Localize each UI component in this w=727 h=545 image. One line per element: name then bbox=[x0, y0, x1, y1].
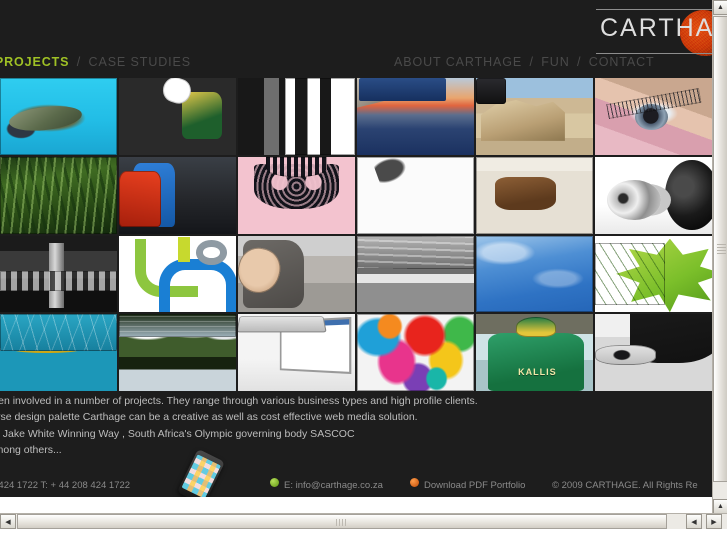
vertical-scrollbar[interactable]: ▲ ▲ ▼ bbox=[712, 0, 727, 529]
gallery-thumb-ink-splatter[interactable] bbox=[357, 156, 474, 234]
browser-viewport: CARTHA NTS / PROJECTS / CASE STUDIES ABO… bbox=[0, 0, 727, 545]
scrollbar-grip bbox=[717, 244, 726, 254]
project-gallery-grid: KALLIS bbox=[0, 78, 712, 391]
vertical-scrollbar-thumb[interactable] bbox=[713, 16, 727, 482]
nav-separator: / bbox=[529, 55, 534, 69]
cricket-jersey-name: KALLIS bbox=[518, 367, 557, 378]
gallery-thumb-mountain-lake[interactable] bbox=[119, 314, 236, 391]
page-canvas: CARTHA NTS / PROJECTS / CASE STUDIES ABO… bbox=[0, 0, 712, 497]
gallery-thumb-colour-abstract[interactable] bbox=[357, 314, 474, 391]
window-bottom-filler bbox=[0, 529, 727, 545]
gallery-thumb-underwater-kelp[interactable] bbox=[0, 156, 117, 234]
pipe-ring-icon bbox=[196, 240, 227, 265]
gallery-thumb-chrome-product[interactable] bbox=[595, 156, 712, 234]
scroll-right-button[interactable]: ▶ bbox=[706, 514, 722, 529]
scroll-left-button[interactable]: ◀ bbox=[0, 514, 16, 529]
gallery-thumb-laptop-webapp[interactable] bbox=[238, 314, 355, 391]
scroll-up-button[interactable]: ▲ bbox=[713, 0, 727, 15]
nav-item-fun[interactable]: FUN bbox=[541, 55, 569, 69]
copy-line-3: clients are Jake White Winning Way , Sou… bbox=[0, 427, 355, 440]
footer-pdf-link[interactable]: Download PDF Portfolio bbox=[424, 480, 525, 491]
logo-rule-bottom bbox=[596, 53, 712, 54]
gallery-thumb-sea-turtle[interactable] bbox=[0, 78, 117, 155]
nav-item-case-studies[interactable]: CASE STUDIES bbox=[89, 55, 192, 69]
iphone-image bbox=[176, 448, 226, 497]
pdf-bullet-icon bbox=[410, 478, 419, 487]
pipe-stub-icon bbox=[177, 237, 191, 262]
nav-item-about-carthage[interactable]: ABOUT CARTHAGE bbox=[394, 55, 522, 69]
scroll-up-button-2[interactable]: ▲ bbox=[713, 499, 727, 514]
site-footer: 27 31 424 1722 T: + 44 208 424 1722 E: i… bbox=[0, 448, 712, 497]
gallery-thumb-infinity-pool[interactable] bbox=[357, 78, 474, 155]
intro-copy-block: ge has been involved in a number of proj… bbox=[0, 393, 712, 456]
gallery-thumb-eye-makeup[interactable] bbox=[595, 78, 712, 155]
footer-telephone: 27 31 424 1722 T: + 44 208 424 1722 bbox=[0, 480, 131, 491]
footer-email[interactable]: E: info@carthage.co.za bbox=[284, 480, 383, 491]
nav-item-projects[interactable]: PROJECTS bbox=[0, 55, 69, 69]
site-logo[interactable]: CARTHA bbox=[586, 6, 712, 56]
gallery-thumb-woman-lying-down[interactable] bbox=[238, 235, 355, 313]
gallery-thumb-beach-storm-bw[interactable] bbox=[357, 235, 474, 313]
horizontal-scrollbar-thumb[interactable] bbox=[17, 514, 667, 529]
scroll-left-button-2[interactable]: ◀ bbox=[686, 514, 702, 529]
logo-text: CARTHA bbox=[600, 14, 712, 42]
gallery-thumb-cricketer-kallis[interactable]: KALLIS bbox=[476, 314, 593, 391]
gallery-thumb-blue-sky[interactable] bbox=[476, 235, 593, 313]
gallery-thumb-quarry-vehicle[interactable] bbox=[476, 78, 593, 155]
gallery-thumb-boxing-match[interactable] bbox=[119, 156, 236, 234]
gallery-thumb-kayak-water[interactable] bbox=[0, 314, 117, 391]
site-header: CARTHA NTS / PROJECTS / CASE STUDIES ABO… bbox=[0, 0, 712, 78]
copy-line-1: ge has been involved in a number of proj… bbox=[0, 395, 478, 407]
gallery-thumb-black-lace[interactable] bbox=[238, 156, 355, 234]
scrollbar-grip bbox=[336, 519, 348, 526]
horizontal-scrollbar[interactable]: ◀ ◀ ▶ bbox=[0, 513, 727, 529]
footer-copyright: © 2009 CARTHAGE. All Rights Re bbox=[552, 480, 698, 491]
copy-line-2: ing a diverse design palette Carthage ca… bbox=[0, 411, 418, 424]
email-bullet-icon bbox=[270, 478, 279, 487]
logo-rule-top bbox=[596, 9, 712, 10]
primary-nav-left: NTS / PROJECTS / CASE STUDIES bbox=[0, 55, 191, 69]
gallery-thumb-maple-leaf[interactable] bbox=[595, 235, 712, 313]
gallery-thumb-architecture-bw[interactable] bbox=[0, 235, 117, 313]
gallery-thumb-gourmet-steak[interactable] bbox=[476, 156, 593, 234]
nav-separator: / bbox=[577, 55, 582, 69]
gallery-thumb-rugby-players[interactable] bbox=[119, 78, 236, 155]
nav-item-contact[interactable]: CONTACT bbox=[589, 55, 655, 69]
nav-separator: / bbox=[76, 55, 82, 69]
gallery-thumb-pipe-graphic[interactable] bbox=[119, 235, 236, 313]
gallery-thumb-typography[interactable] bbox=[238, 78, 355, 155]
primary-nav-right: ABOUT CARTHAGE / FUN / CONTACT bbox=[394, 55, 655, 69]
gallery-thumb-woman-face-bw[interactable] bbox=[595, 314, 712, 391]
